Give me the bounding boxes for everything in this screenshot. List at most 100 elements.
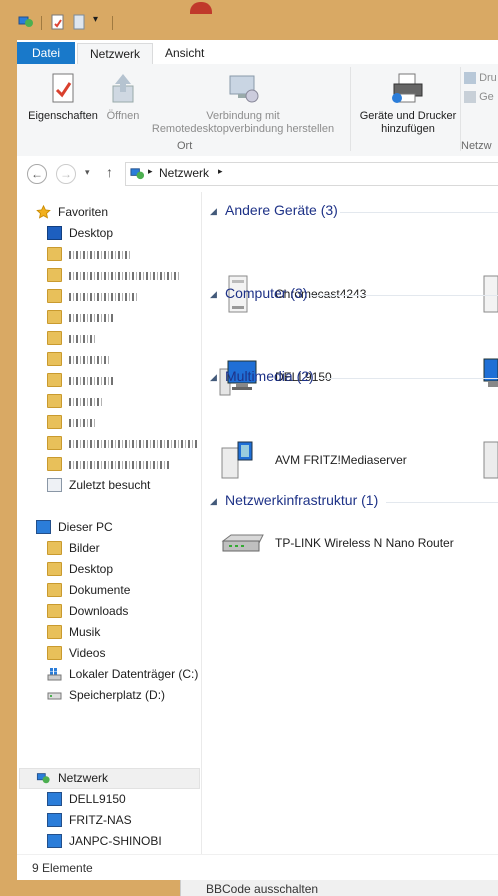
add-devices-label-2: hinzufügen <box>381 123 435 135</box>
folder-icon <box>47 394 62 408</box>
router-icon <box>221 534 264 552</box>
folder-icon <box>47 247 62 261</box>
nav-label: FRITZ-NAS <box>69 813 132 827</box>
folder-icon <box>47 289 62 303</box>
group-divider <box>340 212 498 213</box>
add-devices-button[interactable]: Geräte und Drucker hinzufügen <box>353 72 463 136</box>
network-icon[interactable] <box>18 14 34 30</box>
nav-label: JANPC-SHINOBI <box>69 834 162 848</box>
collapse-chevron-icon[interactable]: ◢ <box>210 372 217 383</box>
back-icon[interactable]: ← <box>27 164 47 184</box>
recent-places-icon <box>47 478 62 492</box>
computer-icon <box>47 834 62 848</box>
breadcrumb-chevron-icon[interactable]: ▸ <box>218 166 223 177</box>
remote-desktop-label-1: Verbindung mit <box>206 110 280 122</box>
obscured-label <box>69 272 179 280</box>
ribbon: Eigenschaften Öffnen Verbindung mit Remo… <box>17 64 498 157</box>
nav-label: Videos <box>69 646 106 660</box>
obscured-label <box>69 335 95 343</box>
properties-icon <box>52 73 74 103</box>
explorer-window: Datei Netzwerk Ansicht Eigenschaften Öff… <box>17 40 498 880</box>
windows-drive-icon <box>47 668 62 681</box>
folder-icon <box>47 415 62 429</box>
media-server-icon[interactable] <box>482 440 498 480</box>
collapse-chevron-icon[interactable]: ◢ <box>210 289 217 300</box>
forward-icon[interactable]: → <box>56 164 76 184</box>
ribbon-separator <box>460 67 461 151</box>
open-arrow-icon <box>112 74 134 103</box>
nav-label: Favoriten <box>58 205 109 219</box>
drive-icon <box>47 692 62 700</box>
background-window-strip: BBCode ausschalten <box>180 880 498 896</box>
collapse-chevron-icon[interactable]: ◢ <box>210 206 217 217</box>
new-folder-icon[interactable] <box>72 14 88 30</box>
open-button[interactable]: Öffnen <box>103 72 143 123</box>
navigation-pane: Favoriten Desktop Zuletzt besucht Dieser… <box>17 192 202 854</box>
open-label: Öffnen <box>106 110 140 122</box>
properties-icon[interactable] <box>50 14 66 30</box>
computer-icon[interactable] <box>482 355 498 395</box>
group-title: Andere Geräte (3) <box>225 202 338 218</box>
computer-icon <box>47 792 62 806</box>
collapse-chevron-icon[interactable]: ◢ <box>210 496 217 507</box>
status-bar: 9 Elemente <box>17 854 498 880</box>
obscured-label <box>69 377 113 385</box>
dru-button[interactable]: Dru <box>464 72 498 85</box>
printer-icon <box>392 73 423 103</box>
nav-label: DELL9150 <box>69 792 126 806</box>
properties-button[interactable]: Eigenschaften <box>23 72 103 123</box>
up-icon[interactable]: ↑ <box>106 164 113 180</box>
obscured-label <box>69 314 113 322</box>
ge-label: Ge <box>479 91 494 103</box>
group-title: Computer (3) <box>225 285 308 301</box>
star-icon <box>36 205 51 219</box>
breadcrumb-chevron-icon[interactable]: ▸ <box>148 166 153 177</box>
documents-folder-icon <box>47 583 62 597</box>
ribbon-tabs: Datei Netzwerk Ansicht <box>17 40 498 65</box>
obscured-label <box>69 356 109 364</box>
tab-ansicht[interactable]: Ansicht <box>153 43 216 63</box>
item-count: 9 Elemente <box>32 861 93 875</box>
tab-netzwerk[interactable]: Netzwerk <box>77 43 154 65</box>
qat-dropdown-icon[interactable]: ▾ <box>93 14 98 25</box>
recent-dropdown-icon[interactable]: ▾ <box>85 167 90 178</box>
address-bar: ← → ▾ ↑ ▸ Netzwerk ▸ <box>17 156 498 193</box>
remote-desktop-label-2: Remotedesktopverbindung herstellen <box>151 123 335 135</box>
nav-label: Zuletzt besucht <box>69 478 151 492</box>
obscured-label <box>69 293 139 301</box>
network-icon <box>130 168 145 180</box>
group-divider <box>322 378 498 379</box>
computer-icon <box>47 813 62 827</box>
obscured-label <box>69 251 131 259</box>
quick-access-toolbar: ▾ <box>0 0 498 40</box>
remote-desktop-icon <box>229 75 259 103</box>
breadcrumb-netzwerk[interactable]: Netzwerk <box>159 166 209 180</box>
nav-label: Desktop <box>69 226 114 240</box>
downloads-folder-icon <box>47 604 62 618</box>
remote-desktop-button[interactable]: Verbindung mit Remotedesktopverbindung h… <box>143 72 343 136</box>
computer-icon <box>36 520 51 534</box>
device-tower-icon[interactable] <box>482 274 498 314</box>
tab-datei[interactable]: Datei <box>17 42 76 64</box>
nav-label: Musik <box>69 625 101 639</box>
obscured-label <box>69 461 169 469</box>
nav-label: Speicherplatz (D:) <box>69 688 166 702</box>
nav-label: Lokaler Datenträger (C:) <box>69 667 199 681</box>
nav-label: Bilder <box>69 541 100 555</box>
group-title: Multimedia (2) <box>225 368 314 384</box>
desktop-folder-icon <box>47 562 62 576</box>
server-icon <box>464 72 476 85</box>
folder-icon <box>47 457 62 471</box>
nav-label: Dokumente <box>69 583 131 597</box>
background-window-graphic <box>190 2 212 14</box>
nav-label: Dieser PC <box>58 520 113 534</box>
group-title: Netzwerkinfrastruktur (1) <box>225 492 379 508</box>
obscured-label <box>69 419 97 427</box>
group-label-ort: Ort <box>177 140 193 152</box>
desktop-icon <box>47 226 62 240</box>
item-label: TP-LINK Wireless N Nano Router <box>275 536 454 550</box>
folder-icon <box>47 373 62 387</box>
address-field[interactable]: ▸ Netzwerk ▸ <box>125 162 498 186</box>
ge-button[interactable]: Ge <box>464 91 498 104</box>
network-icon <box>36 773 50 784</box>
